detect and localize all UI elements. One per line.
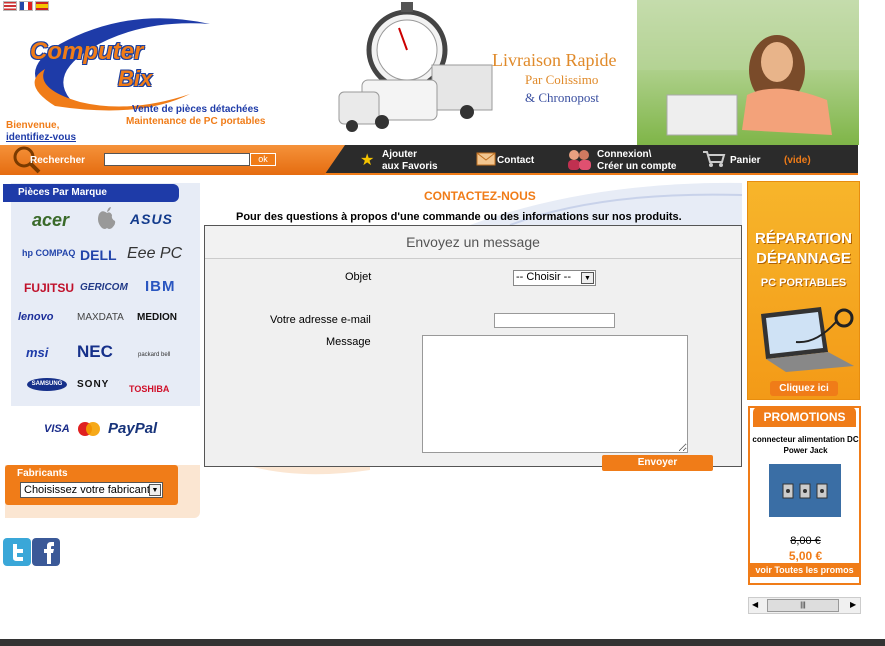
repair-ad[interactable]: RÉPARATION DÉPANNAGE PC PORTABLES Clique… — [747, 181, 860, 400]
delivery-banner[interactable]: Livraison Rapide Par Colissimo & Chronop… — [337, 0, 859, 145]
subject-label: Objet — [345, 271, 372, 283]
paypal-logo: PayPal — [108, 420, 158, 437]
promotions-title: PROMOTIONS — [753, 407, 856, 427]
add-favorites-link[interactable]: Ajouter aux Favoris — [382, 149, 438, 173]
language-flags — [3, 1, 49, 11]
brand-lenovo[interactable]: lenovo — [18, 311, 53, 323]
brand-sony[interactable]: SONY — [77, 379, 109, 390]
banner-title: Livraison Rapide — [492, 50, 617, 70]
brands-title: Pièces Par Marque — [3, 184, 179, 202]
brand-asus[interactable]: ASUS — [130, 211, 173, 227]
email-field[interactable] — [494, 313, 615, 328]
brand-eee-pc[interactable]: Eee PC — [127, 245, 182, 263]
search-input[interactable] — [104, 153, 250, 166]
manufacturer-select-value: Choisissez votre fabricant — [24, 484, 150, 496]
chevron-down-icon[interactable]: ▼ — [581, 272, 594, 284]
tagline-parts: Vente de pièces détachées — [132, 104, 259, 115]
chevron-down-icon[interactable]: ▼ — [149, 484, 161, 496]
cart-status: (vide) — [784, 155, 811, 166]
brand-dell[interactable]: DELL — [80, 247, 117, 263]
login-line1: Connexion\ — [597, 149, 652, 160]
envelope-icon — [476, 149, 496, 167]
brand-gericom[interactable]: GERICOM — [80, 282, 128, 293]
laptop-icon — [756, 304, 856, 374]
page-description: Pour des questions à propos d'une comman… — [236, 211, 682, 223]
login-link[interactable]: identifiez-vous — [6, 132, 76, 143]
search-ok-button[interactable]: ok — [250, 153, 276, 166]
promo-new-price: 5,00 € — [788, 549, 823, 563]
horizontal-scrollbar[interactable]: ◀ ||| ▶ — [748, 597, 861, 614]
brand-maxdata[interactable]: MAXDATA — [77, 312, 124, 323]
email-label: Votre adresse e-mail — [270, 314, 371, 326]
repair-line2: DÉPANNAGE — [756, 250, 851, 267]
flag-fr-icon[interactable] — [19, 1, 33, 11]
repair-line3: PC PORTABLES — [760, 277, 847, 289]
contact-link[interactable]: Contact — [497, 155, 534, 166]
brand-msi[interactable]: msi — [26, 345, 48, 360]
logo-text-computer: Computer — [30, 38, 144, 65]
cart-icon — [702, 150, 726, 168]
manufacturer-title: Fabricants — [17, 468, 68, 479]
message-label: Message — [326, 336, 371, 348]
star-icon: ★ — [360, 152, 375, 169]
subject-select-value: -- Choisir -- — [516, 271, 571, 283]
promo-old-price: 8,00 € — [790, 535, 821, 547]
site-logo[interactable]: Computer Bix — [20, 14, 225, 114]
brand-fujitsu[interactable]: FUJITSU — [24, 281, 74, 295]
page-title: CONTACTEZ-NOUS — [424, 189, 536, 203]
banner-chronopost: & Chronopost — [525, 90, 600, 105]
brand-hp-compaq[interactable]: hp COMPAQ — [22, 248, 75, 258]
send-button[interactable]: Envoyer — [602, 455, 713, 471]
manufacturer-select[interactable]: Choisissez votre fabricant ▼ — [20, 482, 163, 498]
brand-samsung[interactable]: SAMSUNG — [27, 378, 67, 391]
brand-toshiba[interactable]: TOSHIBA — [129, 384, 169, 394]
brand-medion[interactable]: MEDION — [137, 312, 177, 323]
favorites-line1: Ajouter — [382, 149, 417, 160]
mastercard-icon — [76, 421, 102, 437]
flag-en-icon[interactable] — [3, 1, 17, 11]
brand-packard-bell[interactable]: packard bell — [138, 352, 170, 358]
form-title: Envoyez un message — [205, 226, 741, 259]
brand-nec[interactable]: NEC — [77, 342, 113, 362]
flag-es-icon[interactable] — [35, 1, 49, 11]
subject-select[interactable]: -- Choisir -- ▼ — [513, 270, 596, 286]
welcome-text: Bienvenue, — [6, 120, 60, 131]
brand-ibm[interactable]: IBM — [145, 278, 176, 295]
tagline-maintenance: Maintenance de PC portables — [126, 116, 266, 127]
repair-cta-button[interactable]: Cliquez ici — [770, 381, 838, 396]
all-promos-link[interactable]: voir Toutes les promos — [750, 563, 859, 577]
scrollbar-thumb[interactable]: ||| — [767, 599, 839, 612]
twitter-icon[interactable] — [3, 538, 31, 566]
users-icon — [565, 148, 593, 170]
facebook-icon[interactable] — [32, 538, 60, 566]
brand-acer[interactable]: acer — [32, 210, 69, 231]
logo-text-bix: Bix — [118, 66, 153, 91]
repair-line1: RÉPARATION — [755, 230, 852, 247]
message-textarea[interactable] — [422, 335, 688, 453]
banner-colissimo: Par Colissimo — [525, 72, 599, 87]
scroll-right-icon[interactable]: ▶ — [850, 600, 856, 609]
brands-panel-edge — [3, 183, 11, 408]
footer-bar — [0, 639, 885, 646]
visa-logo: VISA — [44, 423, 70, 435]
promo-product-name[interactable]: connecteur alimentation DC Power Jack — [751, 434, 860, 456]
apple-icon[interactable] — [96, 206, 118, 229]
promo-product-image[interactable] — [769, 464, 841, 517]
favorites-line2: aux Favoris — [382, 161, 438, 172]
login-register-link[interactable]: Connexion\ Créer un compte — [597, 149, 676, 173]
search-label: Rechercher — [30, 155, 86, 166]
scroll-left-icon[interactable]: ◀ — [752, 600, 758, 609]
cart-link[interactable]: Panier — [730, 155, 761, 166]
login-line2: Créer un compte — [597, 161, 677, 172]
